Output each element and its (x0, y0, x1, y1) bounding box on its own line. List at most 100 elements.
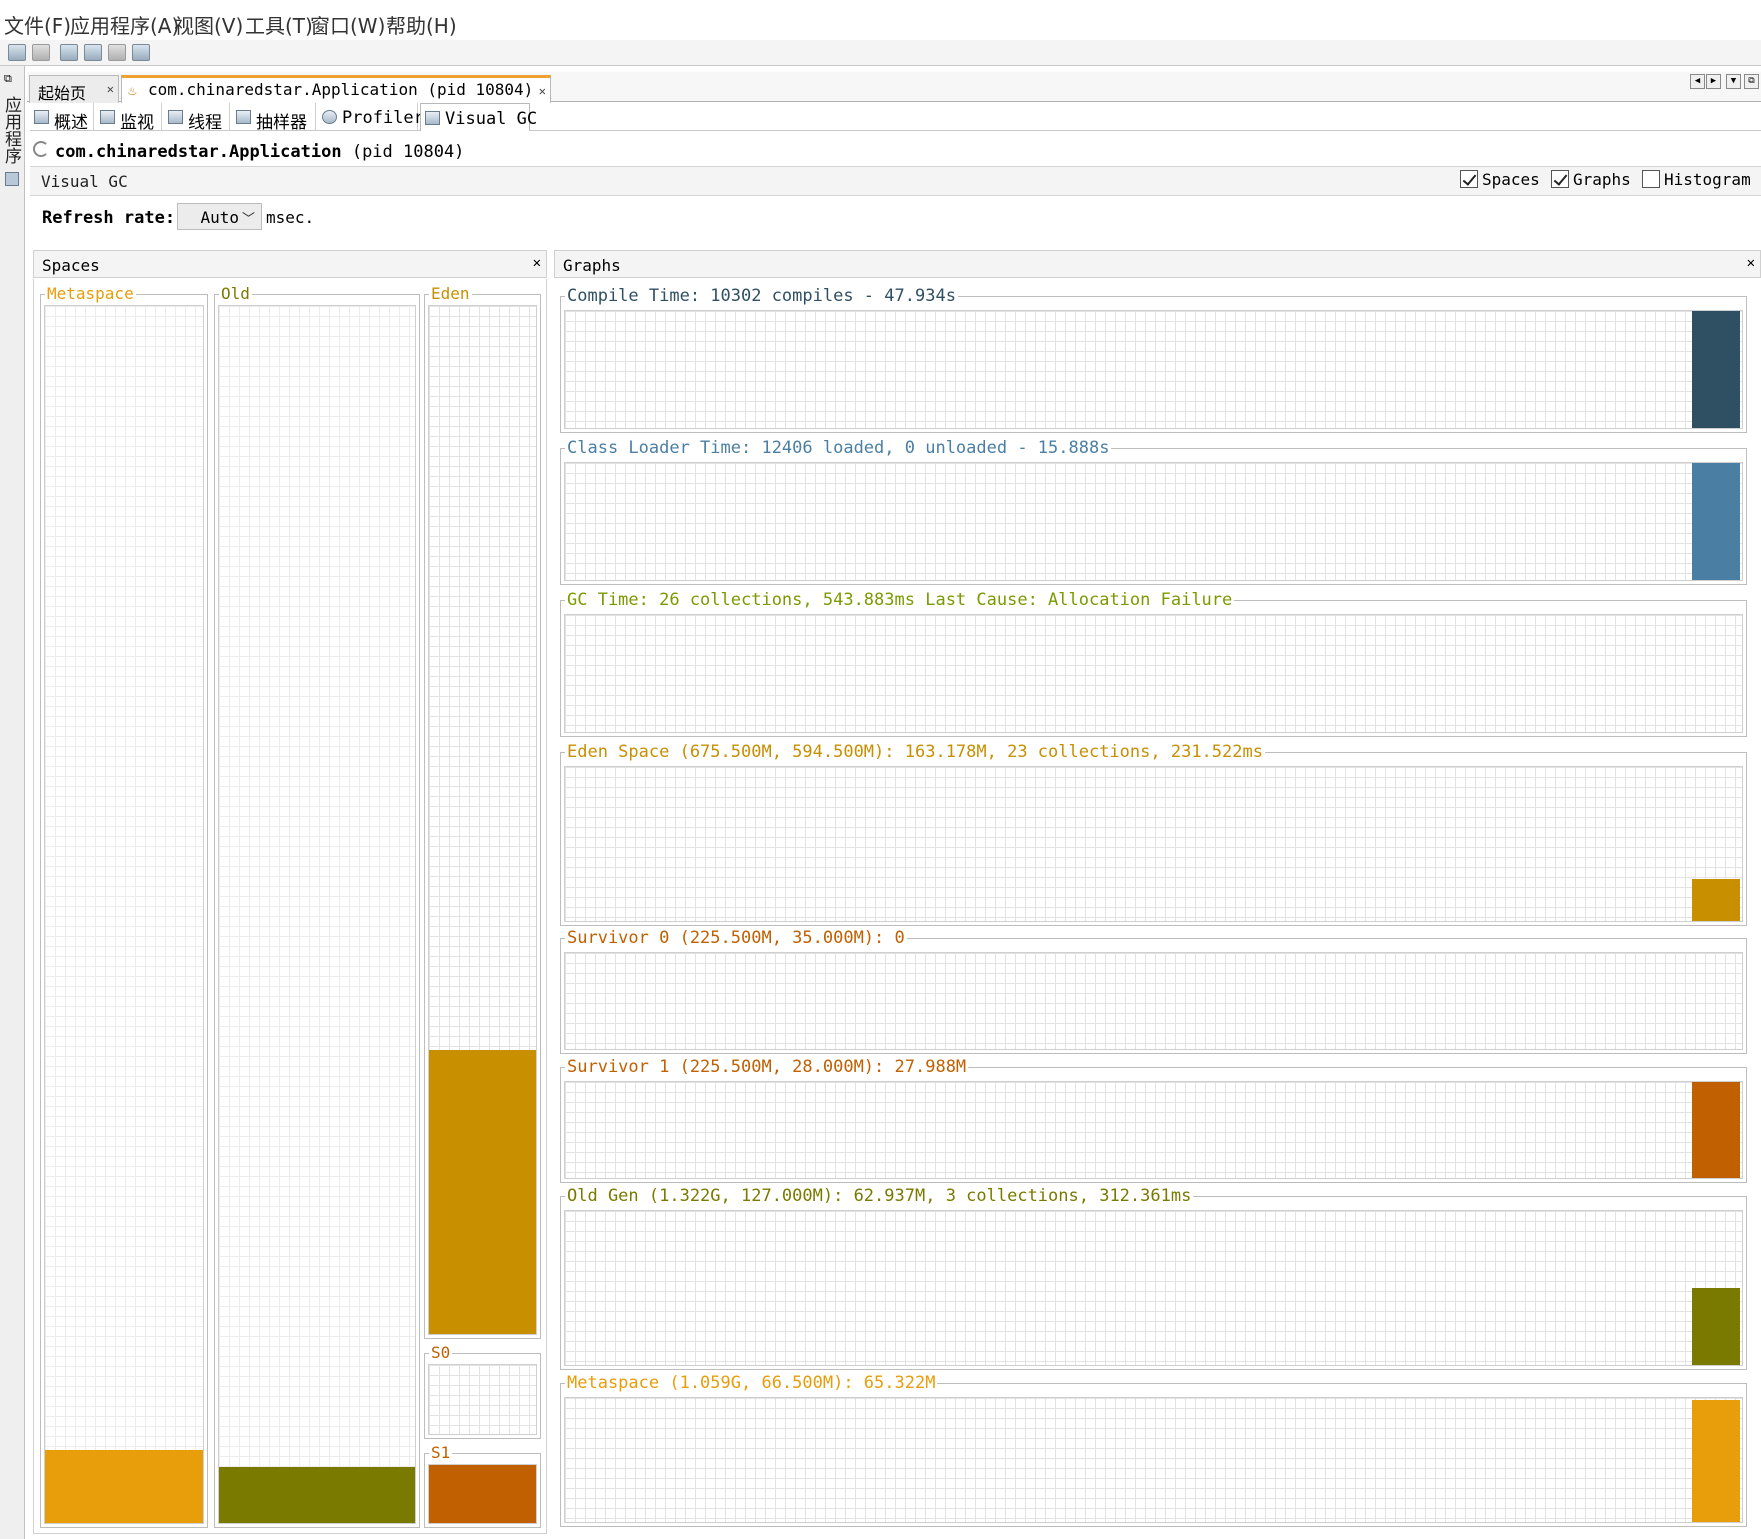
tab-profiler-label: Profiler (342, 108, 424, 128)
application-name: com.chinaredstar.Application (55, 142, 342, 162)
old-fill (219, 1467, 415, 1523)
eden-space-bar (1692, 879, 1740, 921)
old-title: Old (219, 284, 252, 303)
sub-tab-row: 概述 监视 线程 抽样器 Profiler Visual GC (30, 103, 1761, 133)
monitor-icon (100, 110, 115, 124)
overview-icon (34, 110, 49, 124)
compile-time-bar (1692, 311, 1740, 428)
save-icon[interactable] (32, 44, 50, 61)
old-gen-graph: Old Gen (1.322G, 127.000M): 62.937M, 3 c… (560, 1186, 1747, 1370)
scroll-right-icon[interactable]: ▶ (1706, 74, 1721, 89)
refresh-unit: msec. (266, 208, 315, 227)
spaces-panel-header: Spaces ✕ (33, 250, 547, 278)
menu-tools[interactable]: 工具(T) (245, 10, 313, 39)
graphs-checkbox-label: Graphs (1573, 170, 1631, 189)
graphs-check-icon[interactable] (1551, 170, 1569, 188)
graphs-panel-header: Graphs ✕ (554, 250, 1761, 278)
load-snapshot-icon[interactable] (8, 44, 26, 61)
tab-threads-label: 线程 (188, 113, 222, 133)
applications-strip-icon[interactable] (5, 172, 19, 186)
eden-space-graph: Eden Space (675.500M, 594.500M): 163.178… (560, 742, 1747, 926)
spaces-panel-title: Spaces (42, 256, 100, 275)
survivor-1-title: Survivor 1 (225.500M, 28.000M): 27.988M (565, 1057, 969, 1077)
tab-visual-gc[interactable]: Visual GC (420, 103, 537, 131)
eden-fill (429, 1050, 536, 1334)
core-dump-icon[interactable] (108, 44, 126, 61)
s0-grid (428, 1364, 537, 1435)
tab-start-page[interactable]: 起始页 ✕ (29, 75, 119, 103)
survivor-0-plot (564, 952, 1743, 1050)
metaspace-title: Metaspace (45, 284, 136, 303)
s0-space: S0 (424, 1344, 541, 1439)
menu-window[interactable]: 窗口(W) (310, 10, 385, 39)
tab-monitor-label: 监视 (120, 113, 154, 133)
visual-gc-icon (425, 111, 440, 125)
application-pid: (pid 10804) (351, 142, 465, 162)
tab-profiler[interactable]: Profiler (318, 103, 424, 131)
eden-space-plot (564, 766, 1743, 922)
menu-file[interactable]: 文件(F) (4, 10, 71, 39)
restore-window-icon[interactable]: ⧉ (4, 72, 12, 86)
compile-time-graph: Compile Time: 10302 compiles - 47.934s (560, 286, 1747, 433)
tab-application[interactable]: ♨ com.chinaredstar.Application (pid 1080… (121, 75, 551, 103)
chevron-down-icon: ﹀ (241, 212, 255, 227)
visual-gc-title: Visual GC (41, 172, 128, 191)
tab-overview[interactable]: 概述 (30, 103, 94, 133)
maximize-icon[interactable]: ⧉ (1744, 74, 1759, 89)
add-jmx-icon[interactable] (132, 44, 150, 61)
survivor-0-graph: Survivor 0 (225.500M, 35.000M): 0 (560, 928, 1747, 1054)
spaces-check-icon[interactable] (1460, 170, 1478, 188)
thread-dump-icon[interactable] (84, 44, 102, 61)
heap-dump-icon[interactable] (60, 44, 78, 61)
histogram-checkbox[interactable]: Histogram (1642, 170, 1751, 192)
close-icon[interactable]: ✕ (539, 84, 546, 98)
application-title: com.chinaredstar.Application (pid 10804) (55, 142, 464, 162)
gc-time-plot (564, 614, 1743, 733)
old-space: Old (214, 285, 420, 1528)
tab-threads[interactable]: 线程 (164, 103, 230, 133)
menu-help[interactable]: 帮助(H) (386, 10, 457, 39)
histogram-checkbox-label: Histogram (1664, 170, 1751, 189)
old-gen-plot (564, 1210, 1743, 1366)
eden-grid (428, 305, 537, 1335)
close-icon[interactable]: ✕ (107, 82, 114, 96)
s1-grid (428, 1464, 537, 1524)
metaspace-grid (44, 305, 204, 1524)
tab-sampler-label: 抽样器 (256, 113, 307, 133)
graphs-panel-title: Graphs (563, 256, 621, 275)
s1-space: S1 (424, 1444, 541, 1528)
tab-list-icon[interactable]: ▼ (1726, 74, 1741, 89)
refresh-rate-select[interactable]: Auto ﹀ (177, 203, 262, 230)
histogram-check-icon[interactable] (1642, 170, 1660, 188)
old-grid (218, 305, 416, 1524)
applications-side-strip: ⧉ (0, 66, 25, 1539)
spaces-checkbox[interactable]: Spaces (1460, 170, 1540, 192)
menu-application[interactable]: 应用程序(A) (70, 10, 179, 39)
java-cup-icon: ♨ (128, 83, 137, 99)
document-tab-row: 起始页 ✕ ♨ com.chinaredstar.Application (pi… (27, 72, 1761, 103)
old-gen-title: Old Gen (1.322G, 127.000M): 62.937M, 3 c… (565, 1186, 1194, 1206)
scroll-left-icon[interactable]: ◀ (1690, 74, 1705, 89)
applications-strip-label[interactable]: 应用程序 (1, 96, 24, 164)
tab-start-page-label: 起始页 (38, 84, 87, 103)
eden-title: Eden (429, 284, 472, 303)
close-icon[interactable]: ✕ (533, 255, 541, 271)
spaces-panel-body: Metaspace Old Eden S0 S1 (33, 279, 547, 1534)
s1-title: S1 (429, 1443, 453, 1462)
menu-view[interactable]: 视图(V) (174, 10, 243, 39)
survivor-1-plot (564, 1081, 1743, 1179)
old-gen-bar (1692, 1288, 1740, 1365)
menu-bar: 文件(F) 应用程序(A) 视图(V) 工具(T) 窗口(W) 帮助(H) (0, 0, 1761, 44)
eden-space-title: Eden Space (675.500M, 594.500M): 163.178… (565, 742, 1265, 762)
toolbar (0, 40, 1761, 66)
compile-time-title: Compile Time: 10302 compiles - 47.934s (565, 286, 958, 306)
graphs-checkbox[interactable]: Graphs (1551, 170, 1631, 192)
class-loader-plot (564, 462, 1743, 581)
close-icon[interactable]: ✕ (1747, 255, 1755, 271)
loading-spinner-icon (33, 141, 49, 157)
metaspace-bar (1692, 1400, 1740, 1522)
metaspace-graph-title: Metaspace (1.059G, 66.500M): 65.322M (565, 1373, 938, 1393)
sampler-icon (236, 110, 251, 124)
tab-sampler[interactable]: 抽样器 (232, 103, 316, 133)
tab-monitor[interactable]: 监视 (96, 103, 162, 133)
